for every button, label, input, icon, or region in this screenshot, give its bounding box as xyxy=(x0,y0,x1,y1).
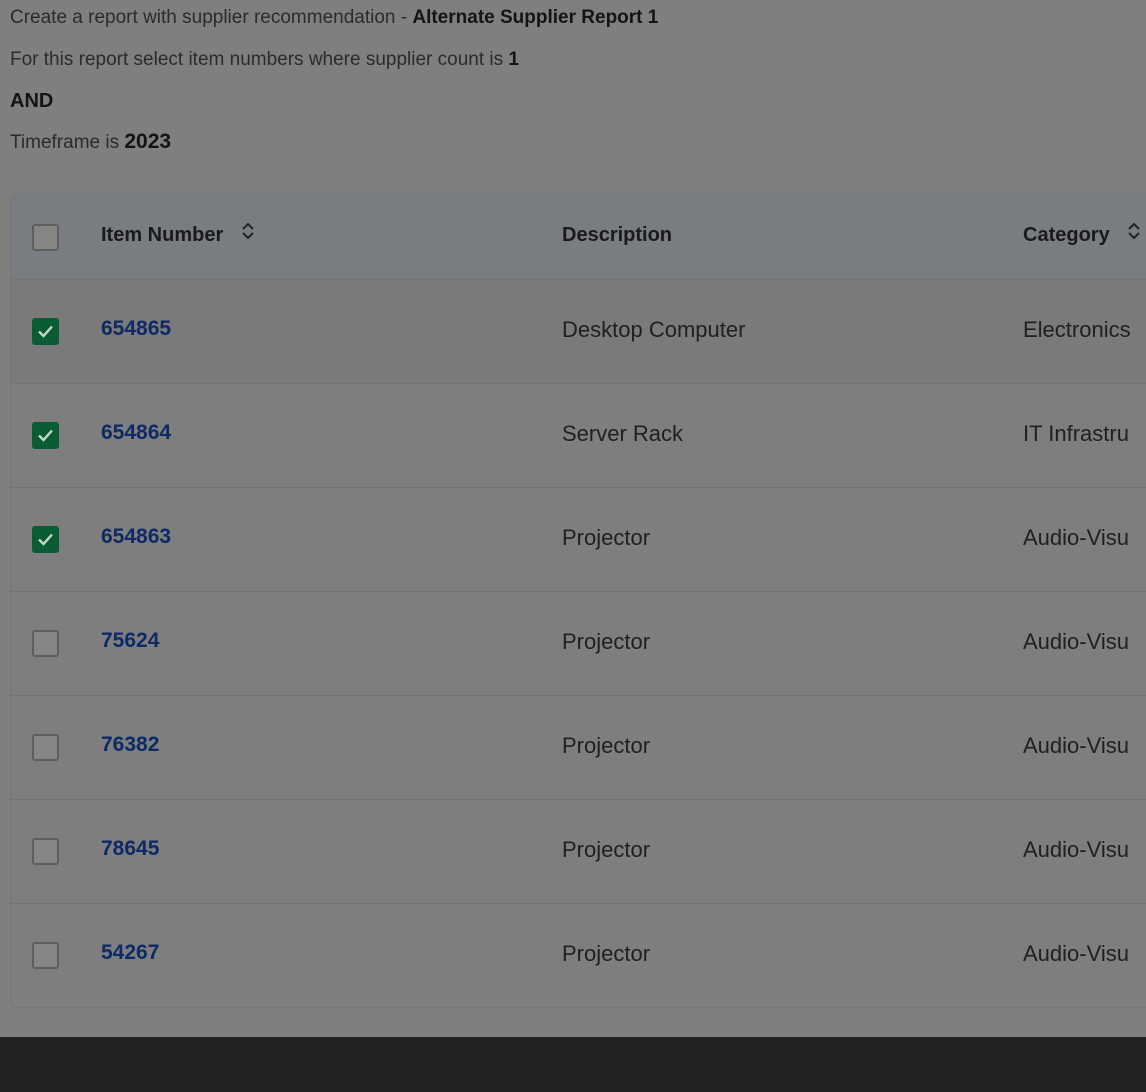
column-label: Item Number xyxy=(101,224,224,246)
check-icon xyxy=(38,429,53,442)
sort-icon[interactable] xyxy=(1127,221,1141,247)
item-category: Audio-Visu xyxy=(1023,733,1129,758)
table-header: Item Number Description Category xyxy=(11,194,1146,280)
item-category: Audio-Visu xyxy=(1023,941,1129,966)
table-row[interactable]: 75624 Projector Audio-Visu xyxy=(11,592,1146,696)
item-description: Server Rack xyxy=(562,421,684,446)
supplier-count-criteria: For this report select item numbers wher… xyxy=(10,49,519,71)
report-page: Create a report with supplier recommenda… xyxy=(0,0,1146,1037)
row-checkbox[interactable] xyxy=(32,838,59,865)
select-all-checkbox[interactable] xyxy=(32,224,59,251)
item-category: Electronics xyxy=(1023,317,1131,342)
item-description: Projector xyxy=(562,837,651,862)
check-icon xyxy=(38,533,53,546)
row-checkbox[interactable] xyxy=(32,734,59,761)
timeframe-criteria: Timeframe is 2023 xyxy=(10,130,171,154)
item-number-link[interactable]: 75624 xyxy=(101,629,159,653)
item-description: Projector xyxy=(562,733,651,758)
table-row[interactable]: 78645 Projector Audio-Visu xyxy=(11,800,1146,904)
item-description: Projector xyxy=(562,941,651,966)
table-row[interactable]: 76382 Projector Audio-Visu xyxy=(11,696,1146,800)
column-header-description: Description xyxy=(562,224,673,246)
item-number-link[interactable]: 54267 xyxy=(101,941,159,965)
table-row[interactable]: 654863 Projector Audio-Visu xyxy=(11,488,1146,592)
instruction-text: Create a report with supplier recommenda… xyxy=(10,7,413,28)
table-row[interactable]: 54267 Projector Audio-Visu xyxy=(11,904,1146,1007)
timeframe-text: Timeframe is xyxy=(10,132,125,153)
items-table: Item Number Description Category 654865 D… xyxy=(10,193,1146,1008)
sort-icon[interactable] xyxy=(241,221,255,247)
bottom-bar xyxy=(0,1037,1146,1092)
row-checkbox[interactable] xyxy=(32,318,59,345)
item-description: Desktop Computer xyxy=(562,317,746,342)
table-row[interactable]: 654864 Server Rack IT Infrastru xyxy=(11,384,1146,488)
column-header-item-number[interactable]: Item Number xyxy=(101,221,255,247)
supplier-count-value: 1 xyxy=(508,49,520,70)
row-checkbox[interactable] xyxy=(32,630,59,657)
check-icon xyxy=(38,325,53,338)
item-category: IT Infrastru xyxy=(1023,421,1129,446)
row-checkbox[interactable] xyxy=(32,526,59,553)
item-number-link[interactable]: 654864 xyxy=(101,421,171,445)
report-instruction: Create a report with supplier recommenda… xyxy=(10,7,658,29)
column-header-category[interactable]: Category xyxy=(1023,221,1141,247)
row-checkbox[interactable] xyxy=(32,422,59,449)
item-category: Audio-Visu xyxy=(1023,629,1129,654)
item-category: Audio-Visu xyxy=(1023,525,1129,550)
row-checkbox[interactable] xyxy=(32,942,59,969)
timeframe-year: 2023 xyxy=(124,130,172,153)
item-number-link[interactable]: 654863 xyxy=(101,525,171,549)
criteria-operator: AND xyxy=(10,90,54,112)
column-label: Category xyxy=(1023,224,1110,246)
report-name: Alternate Supplier Report 1 xyxy=(412,7,659,28)
item-category: Audio-Visu xyxy=(1023,837,1129,862)
criteria-text: For this report select item numbers wher… xyxy=(10,49,509,70)
item-number-link[interactable]: 78645 xyxy=(101,837,159,861)
item-description: Projector xyxy=(562,525,651,550)
item-number-link[interactable]: 76382 xyxy=(101,733,159,757)
table-row[interactable]: 654865 Desktop Computer Electronics xyxy=(11,280,1146,384)
item-description: Projector xyxy=(562,629,651,654)
item-number-link[interactable]: 654865 xyxy=(101,317,171,341)
